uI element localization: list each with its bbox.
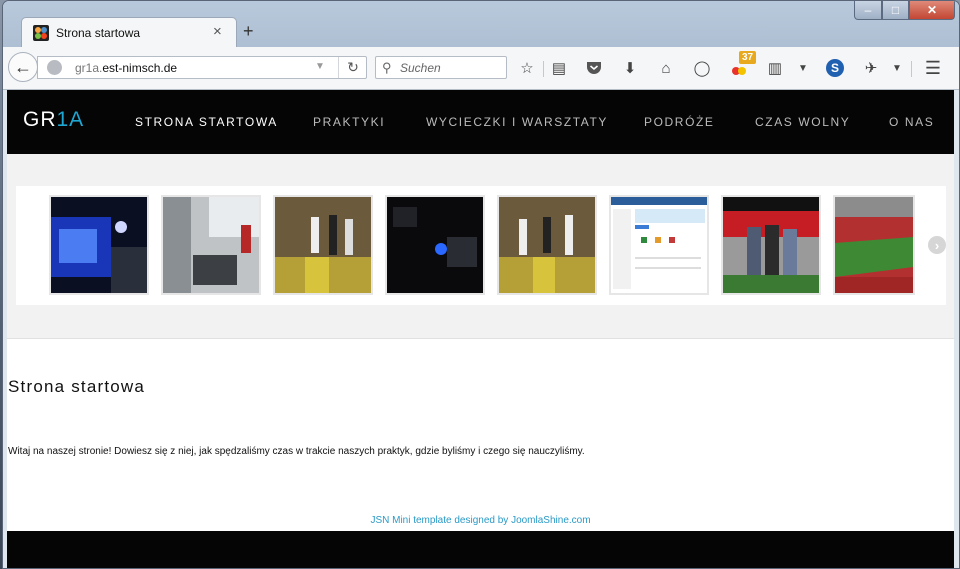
back-arrow-icon: ← xyxy=(14,56,32,77)
navigation-toolbar: gr1a.est-nimsch.de ▼ ↻ ← ⚲ Suchen ☆ ▤ ⬇ … xyxy=(3,47,959,90)
menu-item-travels[interactable]: PODRÓŻE xyxy=(644,115,715,129)
globe-icon xyxy=(47,60,62,75)
back-button[interactable]: ← xyxy=(8,52,38,82)
new-tab-button[interactable]: + xyxy=(243,21,254,41)
home-icon[interactable]: ⌂ xyxy=(657,59,675,77)
logo-highlight: 1A xyxy=(56,108,85,131)
window-controls: – □ ✕ xyxy=(854,1,955,21)
addon-badge-count: 37 xyxy=(739,51,757,64)
menu-item-home[interactable]: STRONA STARTOWA xyxy=(135,115,278,129)
logo-text: GR xyxy=(23,108,57,131)
chevron-down-icon[interactable]: ▼ xyxy=(888,59,906,77)
menu-item-trips-workshops[interactable]: WYCIECZKI I WARSZTATY xyxy=(426,115,608,129)
carousel-thumbnail[interactable] xyxy=(385,195,485,295)
carousel-thumbnail[interactable] xyxy=(161,195,261,295)
menu-item-free-time[interactable]: CZAS WOLNY xyxy=(755,115,850,129)
minimize-button[interactable]: – xyxy=(854,1,882,20)
menu-item-internships[interactable]: PRAKTYKI xyxy=(313,115,385,129)
image-carousel-section: › xyxy=(7,154,954,339)
tab-strip: Strona startowa × + – □ ✕ xyxy=(3,1,959,47)
s-addon-icon[interactable]: S xyxy=(826,59,844,77)
toolbar-divider xyxy=(911,61,912,77)
active-tab[interactable]: Strona startowa × xyxy=(21,17,237,47)
carousel-thumbnail[interactable] xyxy=(833,195,915,295)
menu-icon[interactable]: ☰ xyxy=(924,58,942,78)
carousel-thumbnail[interactable] xyxy=(273,195,373,295)
download-icon[interactable]: ⬇ xyxy=(621,59,639,77)
pocket-icon[interactable] xyxy=(585,59,603,77)
joomla-favicon-icon xyxy=(33,25,49,41)
image-carousel: › xyxy=(16,186,946,305)
search-placeholder: Suchen xyxy=(400,61,441,75)
tab-title: Strona startowa xyxy=(56,26,141,40)
site-header: GR1A STRONA STARTOWA PRAKTYKI WYCIECZKI … xyxy=(7,90,954,154)
close-window-button[interactable]: ✕ xyxy=(909,1,955,20)
carousel-thumbnail[interactable] xyxy=(721,195,821,295)
carousel-thumbnail[interactable] xyxy=(609,195,709,295)
browser-window: Strona startowa × + – □ ✕ gr1a.est-nimsc… xyxy=(2,0,960,569)
site-footer xyxy=(7,531,954,568)
search-input[interactable]: ⚲ Suchen xyxy=(375,56,507,79)
menu-item-about[interactable]: O NAS xyxy=(889,115,934,129)
template-credit-link[interactable]: JSN Mini template designed by JoomlaShin… xyxy=(7,515,954,526)
maximize-button[interactable]: □ xyxy=(882,1,909,20)
tab-close-icon[interactable]: × xyxy=(213,23,222,41)
url-subdomain: gr1a. xyxy=(75,61,103,75)
carousel-thumbnail[interactable] xyxy=(497,195,597,295)
url-bar[interactable]: gr1a.est-nimsch.de ▼ ↻ xyxy=(37,56,367,79)
reading-list-icon[interactable]: ▤ xyxy=(550,59,568,77)
url-history-dropdown-icon[interactable]: ▼ xyxy=(315,61,325,72)
toolbar-divider xyxy=(543,61,544,77)
url-domain: est-nimsch.de xyxy=(102,61,178,75)
carousel-next-icon[interactable]: › xyxy=(928,236,946,254)
bookmark-star-icon[interactable]: ☆ xyxy=(518,59,536,77)
carousel-thumbnail[interactable] xyxy=(49,195,149,295)
reload-icon[interactable]: ↻ xyxy=(338,57,367,78)
site-logo[interactable]: GR1A xyxy=(23,108,84,132)
web-page: GR1A STRONA STARTOWA PRAKTYKI WYCIECZKI … xyxy=(7,90,954,568)
intro-paragraph: Witaj na naszej stronie! Dowiesz się z n… xyxy=(8,446,585,457)
url-text: gr1a.est-nimsch.de xyxy=(75,61,177,75)
page-title: Strona startowa xyxy=(8,377,146,396)
clipboard-icon[interactable]: ▥ xyxy=(766,59,784,77)
chevron-down-icon[interactable]: ▼ xyxy=(794,59,812,77)
search-icon: ⚲ xyxy=(382,60,392,75)
chat-icon[interactable]: ◯ xyxy=(693,59,711,77)
extension-icon[interactable]: ✈ xyxy=(862,59,880,77)
